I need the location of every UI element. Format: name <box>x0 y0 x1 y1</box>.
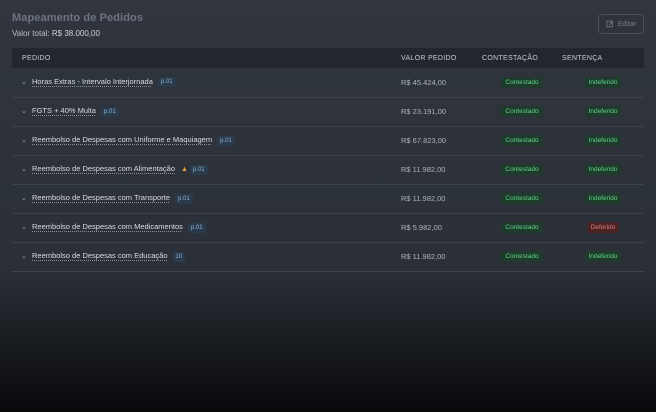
pedido-cell: ⌄ FGTS + 40% Multa p.01 <box>12 97 401 126</box>
table-row[interactable]: ⌄ Horas Extras - Intervalo Interjornada p.… <box>12 68 644 97</box>
chevron-down-icon[interactable]: ⌄ <box>21 107 29 115</box>
pedido-name-link[interactable]: FGTS + 40% Multa <box>32 106 96 115</box>
sentenca-badge: Indeferido <box>584 106 622 117</box>
valor-cell: R$ 11.982,00 <box>401 165 446 174</box>
table-row[interactable]: ⌄ Reembolso de Despesas com Educação 10 R$ … <box>12 242 644 271</box>
column-header-valor[interactable]: VALOR PEDIDO <box>401 48 482 68</box>
pedido-cell: ⌄ Horas Extras - Intervalo Interjornada p.… <box>12 68 401 97</box>
pedido-cell: ⌄ Reembolso de Despesas com Uniforme e Ma… <box>12 126 401 155</box>
contestacao-badge: Contestado <box>501 251 543 262</box>
pedido-name-link[interactable]: Horas Extras - Intervalo Interjornada <box>32 77 153 86</box>
table-row[interactable]: ⌄ FGTS + 40% Multa p.01 R$ 23.191,00 Contest… <box>12 97 644 126</box>
contestacao-badge: Contestado <box>501 135 543 146</box>
edit-button[interactable]: Editar <box>598 14 644 34</box>
page-title: Mapeamento de Pedidos <box>12 12 144 24</box>
contestacao-badge: Contestado <box>501 193 543 204</box>
contestacao-cell: Contestado <box>482 68 562 97</box>
sentenca-badge: Indeferido <box>584 251 622 262</box>
sentenca-badge: Indeferido <box>584 164 622 175</box>
table-header-row: PEDIDO VALOR PEDIDO CONTESTAÇÃO SENTENÇA <box>12 48 644 68</box>
warning-icon: ▲ <box>181 166 188 173</box>
sentenca-cell: Indeferido <box>562 155 644 184</box>
chevron-down-icon[interactable]: ⌄ <box>21 252 29 260</box>
sentenca-cell: Indeferido <box>562 97 644 126</box>
total-value: R$ 38.000,00 <box>51 29 100 38</box>
table-row[interactable]: ⌄ Reembolso de Despesas com Uniforme e Ma… <box>12 126 644 155</box>
contestacao-cell: Contestado <box>482 155 562 184</box>
page-ref-tag[interactable]: p.01 <box>189 164 208 175</box>
sentenca-cell: Indeferido <box>562 242 644 271</box>
contestacao-badge: Contestado <box>501 106 543 117</box>
valor-cell: R$ 11.982,00 <box>401 194 446 203</box>
sentenca-badge: Indeferido <box>584 135 622 146</box>
total-label: Valor total: <box>12 29 50 38</box>
orders-table: PEDIDO VALOR PEDIDO CONTESTAÇÃO SENTENÇA… <box>12 48 644 272</box>
page-ref-tag[interactable]: p.01 <box>100 106 119 117</box>
pedido-cell: ⌄ Reembolso de Despesas com Educação 10 <box>12 242 401 271</box>
valor-cell: R$ 23.191,00 <box>401 107 447 116</box>
page-ref-tag[interactable]: p.01 <box>187 222 206 233</box>
column-header-contestacao[interactable]: CONTESTAÇÃO <box>482 48 562 68</box>
column-header-pedido[interactable]: PEDIDO <box>12 48 401 68</box>
contestacao-cell: Contestado <box>482 184 562 213</box>
total-value-line: Valor total: R$ 38.000,00 <box>12 29 644 38</box>
sentenca-cell: Indeferido <box>562 184 644 213</box>
contestacao-badge: Contestado <box>501 222 543 233</box>
pedido-name-link[interactable]: Reembolso de Despesas com Uniforme e Maq… <box>32 135 212 144</box>
contestacao-cell: Contestado <box>482 242 562 271</box>
table-row[interactable]: ⌄ Reembolso de Despesas com Transporte p.0… <box>12 184 644 213</box>
sentenca-cell: Indeferido <box>562 68 644 97</box>
chevron-down-icon[interactable]: ⌄ <box>21 223 29 231</box>
sentenca-badge: Deferido <box>586 222 620 233</box>
edit-icon <box>606 20 613 28</box>
valor-cell: R$ 5.982,00 <box>401 223 442 232</box>
chevron-down-icon[interactable]: ⌄ <box>21 136 29 144</box>
sentenca-cell: Indeferido <box>562 126 644 155</box>
pedido-cell: ⌄ Reembolso de Despesas com Medicamentos p… <box>12 213 401 242</box>
contestacao-badge: Contestado <box>501 76 543 88</box>
page-ref-tag[interactable]: p.01 <box>175 193 193 204</box>
page-ref-tag[interactable]: p.01 <box>217 135 235 146</box>
table-row[interactable]: ⌄ Reembolso de Despesas com Medicamentos p… <box>12 213 644 242</box>
pedido-name-link[interactable]: Reembolso de Despesas com Medicamentos <box>32 222 183 231</box>
sentenca-badge: Indeferido <box>584 76 622 88</box>
pedido-cell: ⌄ Reembolso de Despesas com Alimentação ▲ p… <box>12 155 401 184</box>
sentenca-cell: Deferido <box>562 213 644 242</box>
pedido-cell: ⌄ Reembolso de Despesas com Transporte p.0… <box>12 184 401 213</box>
chevron-down-icon[interactable]: ⌄ <box>21 165 29 173</box>
pedido-name-link[interactable]: Reembolso de Despesas com Educação <box>32 251 168 260</box>
sentenca-badge: Indeferido <box>584 193 622 204</box>
table-row[interactable]: ⌄ Reembolso de Despesas com Alimentação ▲ p… <box>12 155 644 184</box>
pedido-name-link[interactable]: Reembolso de Despesas com Transporte <box>32 193 170 202</box>
contestacao-cell: Contestado <box>482 126 562 155</box>
edit-button-label: Editar <box>617 20 637 28</box>
pedido-name-link[interactable]: Reembolso de Despesas com Alimentação <box>32 164 175 173</box>
contestacao-cell: Contestado <box>482 97 562 126</box>
contestacao-badge: Contestado <box>501 164 543 175</box>
page-ref-tag[interactable]: p.01 <box>157 77 176 88</box>
chevron-down-icon[interactable]: ⌄ <box>21 194 29 202</box>
valor-cell: R$ 45.424,00 <box>401 77 447 87</box>
contestacao-cell: Contestado <box>482 213 562 242</box>
page-ref-tag[interactable]: 10 <box>172 251 186 262</box>
valor-cell: R$ 11.982,00 <box>401 252 446 261</box>
column-header-sentenca[interactable]: SENTENÇA <box>562 48 644 68</box>
page-header: Mapeamento de Pedidos Valor total: R$ 38… <box>12 12 644 42</box>
chevron-down-icon[interactable]: ⌄ <box>21 78 29 86</box>
valor-cell: R$ 67.823,00 <box>401 136 447 145</box>
